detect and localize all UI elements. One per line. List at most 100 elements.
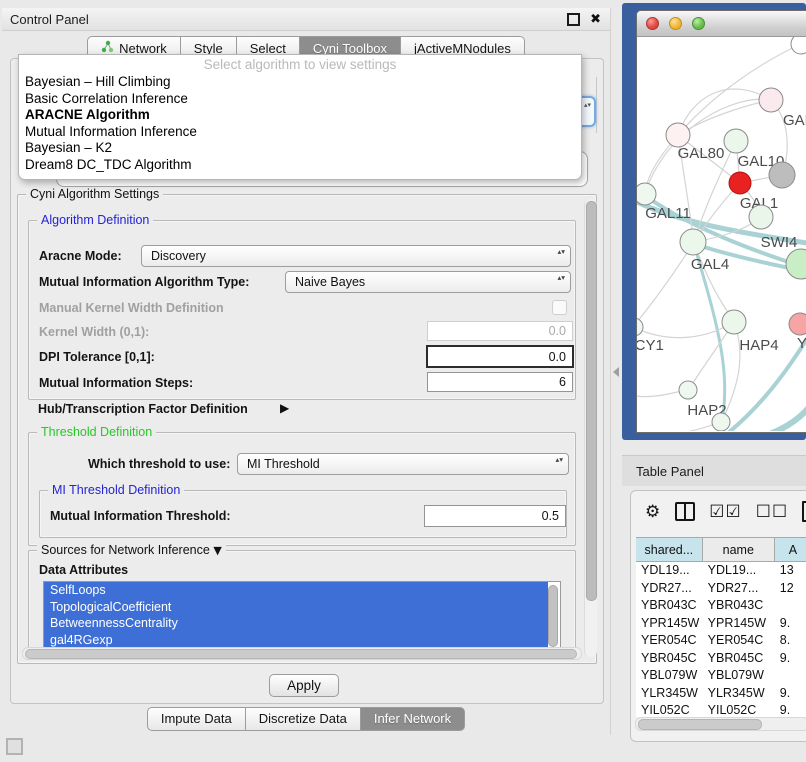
table-row[interactable]: YBR045CYBR045C9. [636,650,806,668]
expander-down-icon[interactable]: ▼ [213,544,221,557]
table-cell: YBR043C [703,597,775,615]
group-title: Cyni Algorithm Settings [26,187,163,201]
network-node[interactable] [786,249,806,279]
attribute-item-betweennesscentrality[interactable]: BetweennessCentrality [44,615,548,632]
table-row[interactable]: YPR145WYPR145W9. [636,615,806,633]
mi-algorithm-type-select[interactable]: Naive Bayes ▴▾ [285,271,571,293]
network-node-hap2[interactable] [679,381,697,399]
network-edge [637,242,694,327]
split-view-icon [675,502,695,521]
expander-right-icon[interactable]: ▶ [280,401,289,415]
table-cell: YBL079W [703,667,775,685]
gear-icon[interactable]: ⚙ [645,502,661,522]
close-traffic-light-icon[interactable] [646,17,659,30]
apply-button[interactable]: Apply [269,674,339,697]
network-node-gal[interactable] [759,88,783,112]
kernel-width-input[interactable]: 0.0 [427,321,573,341]
attribute-item-gal4rgexp[interactable]: gal4RGexp [44,632,548,649]
network-window[interactable]: GALGAL80GAL10GAL1GAL11SWI4GAL4GCY1HAP4YH… [636,10,806,433]
table-cell: YER054C [703,632,775,650]
settings-scrollbar-thumb[interactable] [586,201,597,601]
node-label: GAL4 [691,256,729,273]
document-icon[interactable] [802,501,806,522]
table-cell: YPR145W [703,615,775,633]
table-cell: YBR045C [703,650,775,668]
which-threshold-select[interactable]: MI Threshold ▴▾ [237,453,569,475]
table-header-row: shared...nameA [636,537,806,562]
algorithm-option-bayesian-k2[interactable]: Bayesian – K2 [19,140,581,157]
network-node-gal1[interactable] [729,172,751,194]
table-cell [775,597,806,615]
table-cell: YDL19... [703,562,775,580]
attribute-item-topologicalcoefficient[interactable]: TopologicalCoefficient [44,599,548,616]
algorithm-option-mutual-information-inference[interactable]: Mutual Information Inference [19,124,581,141]
network-node-swi4[interactable] [749,205,773,229]
table-panel-titlebar: Table Panel [622,455,806,486]
dpi-tolerance-input[interactable]: 0.0 [426,345,574,368]
settings-hscrollbar-track[interactable] [22,647,582,660]
network-node-gal10[interactable] [724,129,748,153]
table-row[interactable]: YLR345WYLR345W9. [636,685,806,703]
document-icon [802,501,806,522]
checked-columns-icon[interactable]: ☑☑ [709,502,741,522]
table-row[interactable]: YBR043CYBR043C [636,597,806,615]
float-window-icon[interactable] [567,13,580,26]
settings-scrollbar-track[interactable] [584,199,597,657]
tab-discretize-data[interactable]: Discretize Data [246,707,361,731]
table-row[interactable]: YDL19...YDL19...13 [636,562,806,580]
unchecked-columns-icon[interactable]: ☐☐ [756,502,788,522]
minimize-traffic-light-icon[interactable] [669,17,682,30]
algorithm-definition-group: Algorithm Definition Aracne Mode: Discov… [28,220,576,400]
split-view-icon[interactable] [675,502,695,521]
network-node[interactable] [769,162,795,188]
network-node-y[interactable] [789,313,806,335]
attribute-item-selfloops[interactable]: SelfLoops [44,582,548,599]
table-row[interactable]: YER054CYER054C8. [636,632,806,650]
network-node-hap4[interactable] [722,310,746,334]
combo-arrows-icon: ▴▾ [557,248,565,256]
table-row[interactable]: YBL079WYBL079W [636,667,806,685]
mi-steps-label: Mutual Information Steps: [39,376,193,390]
network-node[interactable] [712,413,730,431]
data-attributes-list[interactable]: SelfLoopsTopologicalCoefficientBetweenne… [43,581,561,651]
tab-impute-data[interactable]: Impute Data [147,707,246,731]
settings-hscrollbar-thumb[interactable] [25,649,577,659]
table-row[interactable]: YDR27...YDR27...12 [636,580,806,598]
network-node[interactable] [791,37,806,54]
network-node-gal80[interactable] [666,123,690,147]
algorithm-option-dream8-dc-tdc-algorithm[interactable]: Dream8 DC_TDC Algorithm [19,157,581,174]
algorithm-option-aracne-algorithm[interactable]: ARACNE Algorithm [19,107,581,124]
table-hscrollbar-track[interactable] [635,717,806,731]
network-node-gal11[interactable] [637,183,656,205]
close-icon[interactable]: ✖ [590,15,601,24]
zoom-traffic-light-icon[interactable] [692,17,705,30]
table-hscrollbar-thumb[interactable] [638,719,762,730]
network-node-gcy1[interactable] [637,318,643,336]
tab-infer-network[interactable]: Infer Network [361,707,465,731]
table-cell [775,667,806,685]
mi-type-label: Mutual Information Algorithm Type: [39,275,249,289]
aracne-mode-select[interactable]: Discovery ▴▾ [141,245,571,267]
dropdown-prompt: Select algorithm to view settings [19,56,581,74]
split-pane-grip[interactable] [613,367,619,377]
column-header-a[interactable]: A [775,538,806,561]
network-canvas[interactable]: GALGAL80GAL10GAL1GAL11SWI4GAL4GCY1HAP4YH… [637,37,806,431]
mi-steps-input[interactable]: 6 [427,372,573,392]
table-cell: 13 [775,562,806,580]
table-cell: 8. [775,632,806,650]
panel-title: Control Panel [2,12,567,27]
algorithm-option-bayesian-hill-climbing[interactable]: Bayesian – Hill Climbing [19,74,581,91]
manual-kernel-checkbox[interactable] [552,300,567,315]
table-row[interactable]: YIL052CYIL052C9. [636,702,806,717]
table-cell: 9. [775,615,806,633]
mi-threshold-input[interactable]: 0.5 [424,505,566,527]
network-node-gal4[interactable] [680,229,706,255]
algorithm-option-basic-correlation-inference[interactable]: Basic Correlation Inference [19,91,581,108]
control-panel: Control Panel ✖ NetworkStyleSelectCyni T… [2,8,611,735]
column-header-name[interactable]: name [703,538,775,561]
column-header-shared[interactable]: shared... [636,538,703,561]
sources-title: Sources for Network Inference [41,543,210,557]
table-body: YDL19...YDL19...13YDR27...YDR27...12YBR0… [636,562,806,717]
list-scrollbar-thumb[interactable] [548,585,558,647]
table-panel: ⚙☑☑☐☐ shared...nameA YDL19...YDL19...13Y… [630,490,806,742]
